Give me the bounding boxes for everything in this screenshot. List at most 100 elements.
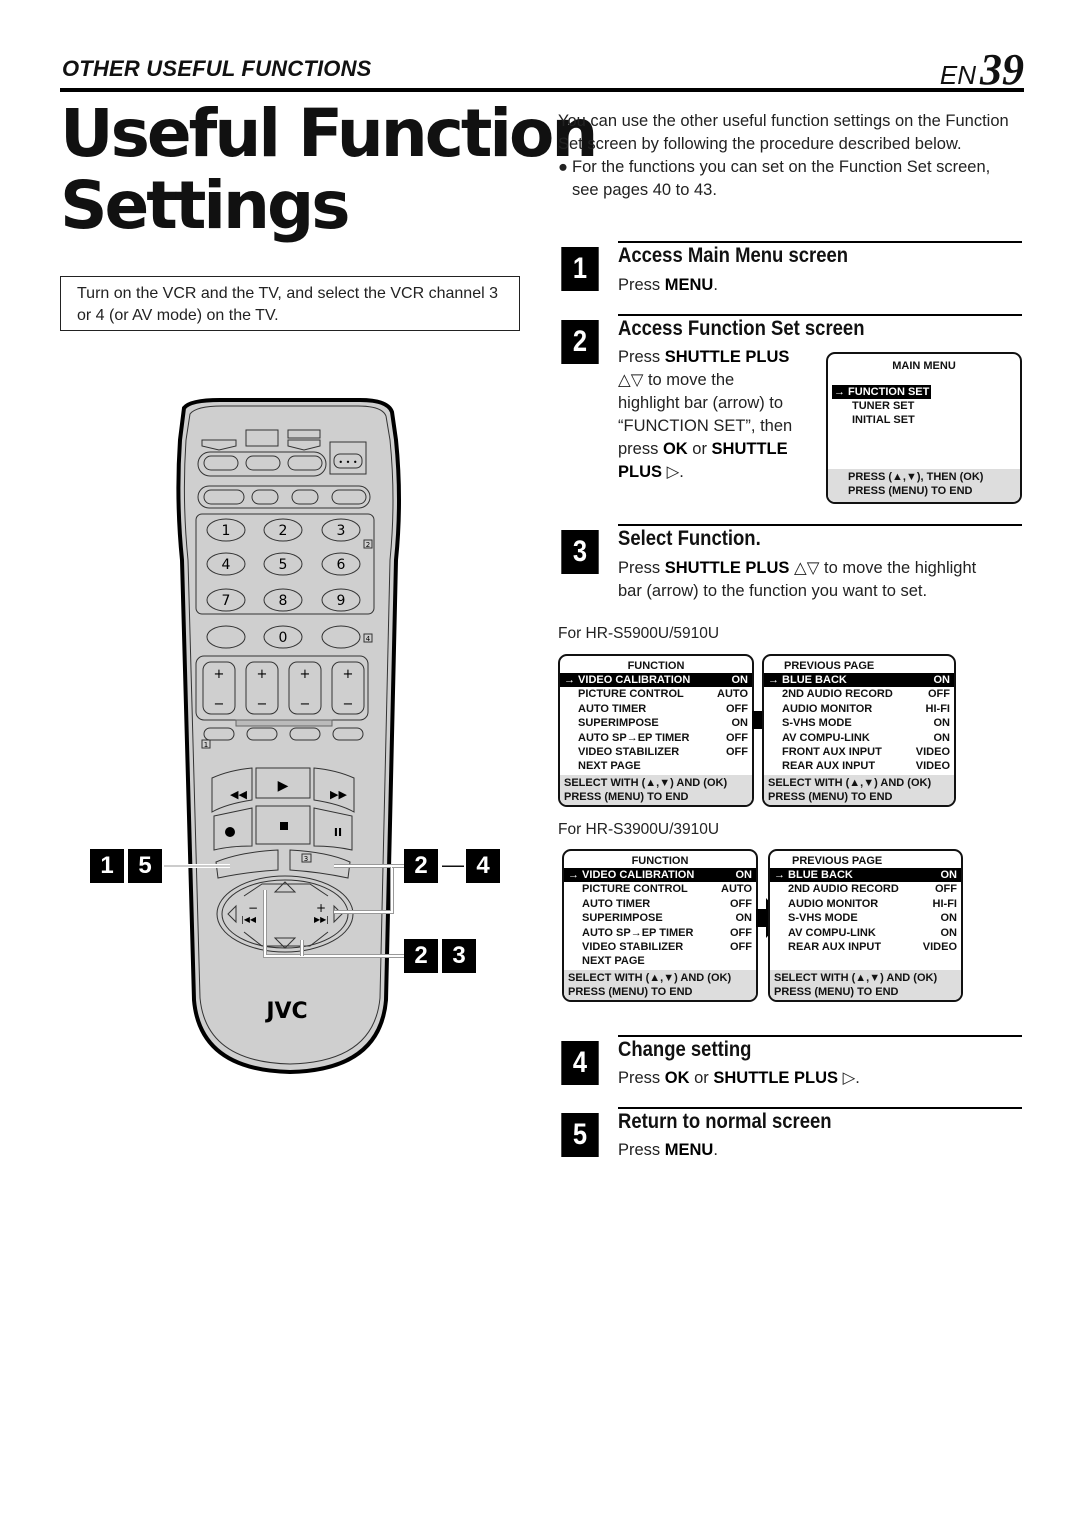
osd-row: → VIDEO CALIBRATION ON xyxy=(560,673,752,688)
remote-button xyxy=(203,455,239,471)
osd-row: → VIDEO CALIBRATION ON xyxy=(564,868,756,883)
shuttle-plus-ref: SHUTTLE PLUS xyxy=(664,348,790,366)
remote-button xyxy=(246,727,278,741)
function-osd-page2-s5900: PREVIOUS PAGE → BLUE BACK ON 2ND AUDIO REC… xyxy=(762,654,956,807)
osd-row-label: → VIDEO CALIBRATION xyxy=(568,869,695,881)
step-3-title: Select Function. xyxy=(618,527,761,550)
number-key-label: 8 xyxy=(279,593,288,609)
osd-row-value: ON xyxy=(933,717,951,730)
plus-ref: PLUS xyxy=(618,463,663,481)
step-3-text: △▽ to move the highlight xyxy=(789,559,977,577)
remote-button xyxy=(289,727,321,741)
step-3-rule xyxy=(618,524,1022,526)
remote-button xyxy=(321,625,361,649)
osd-row-value: OFF xyxy=(730,926,752,939)
osd-row-value: VIDEO xyxy=(915,746,950,759)
page-prefix: EN xyxy=(939,60,976,90)
step-5-text: Press xyxy=(618,1141,665,1159)
osd-item-tuner-set: TUNER SET xyxy=(852,400,915,412)
step-2-rule xyxy=(618,314,1022,316)
osd-row-label: AUTO TIMER xyxy=(578,702,647,715)
number-key-label: 2 xyxy=(279,523,288,539)
record-icon xyxy=(225,827,235,837)
osd-row: REAR AUX INPUT VIDEO xyxy=(770,940,961,954)
osd-title: FUNCTION xyxy=(631,855,689,867)
step-5-badge: 5 xyxy=(561,1113,599,1157)
minus-icon: − xyxy=(300,697,311,712)
osd-row: PICTURE CONTROL AUTO xyxy=(564,882,756,896)
osd-title: PREVIOUS PAGE xyxy=(784,660,875,672)
step-2-text: or xyxy=(687,440,712,458)
main-menu-osd: MAIN MENU → FUNCTION SET TUNER SET INITI… xyxy=(826,352,1022,504)
osd-footer-line1: SELECT WITH (▲,▼) AND (OK) xyxy=(568,972,732,984)
number-key-label: 9 xyxy=(337,593,346,609)
osd-footer-line2: PRESS (MENU) TO END xyxy=(568,986,693,998)
step-2-text: press xyxy=(618,440,663,458)
osd-row-value: VIDEO xyxy=(915,760,950,773)
callout-step-5: 5 xyxy=(128,849,162,883)
osd-row-value: AUTO xyxy=(721,883,752,896)
number-key-label: 4 xyxy=(222,557,231,573)
step-4-text: ▷. xyxy=(838,1069,860,1087)
intro-text: You can use the other useful function se… xyxy=(558,112,1009,153)
osd-row-label: PICTURE CONTROL xyxy=(582,883,688,896)
osd-title: PREVIOUS PAGE xyxy=(792,855,883,867)
osd-row: 2ND AUDIO RECORD OFF xyxy=(770,882,961,896)
step-2-text: highlight bar (arrow) to xyxy=(618,394,784,412)
osd-footer: SELECT WITH (▲,▼) AND (OK) PRESS (MENU) … xyxy=(770,970,961,1000)
osd-row-label: NEXT PAGE xyxy=(578,760,641,773)
osd-row-value: AUTO xyxy=(717,688,748,701)
osd-rows: → BLUE BACK ON 2ND AUDIO RECORD OFF AUDIO MO… xyxy=(764,673,954,774)
page-number-value: 39 xyxy=(980,45,1024,94)
osd-row: AUDIO MONITOR HI-FI xyxy=(764,702,954,716)
number-key-label: 6 xyxy=(337,557,346,573)
box-ref-4: 4 xyxy=(366,635,371,643)
osd-row: VIDEO STABILIZER OFF xyxy=(560,745,752,759)
function-osd-page2-s3900: PREVIOUS PAGE → BLUE BACK ON 2ND AUDIO REC… xyxy=(768,849,963,1002)
step-1-rule xyxy=(618,241,1022,243)
step-4-text: or xyxy=(689,1069,714,1087)
osd-row-value: OFF xyxy=(935,883,957,896)
osd-row-value: ON xyxy=(940,869,958,881)
step-4-badge: 4 xyxy=(561,1041,599,1085)
osd-footer: SELECT WITH (▲,▼) AND (OK) PRESS (MENU) … xyxy=(564,970,756,1000)
osd-row: AUDIO MONITOR HI-FI xyxy=(770,897,961,911)
osd-row: S-VHS MODE ON xyxy=(770,911,961,925)
step-1-badge: 1 xyxy=(561,247,599,291)
step-3-text: Press xyxy=(618,559,665,577)
step-2-text: △▽ to move the xyxy=(618,371,735,389)
callout-step-2: 2 xyxy=(404,849,438,883)
osd-footer: PRESS (▲,▼), THEN (OK) PRESS (MENU) TO E… xyxy=(828,469,1020,502)
osd-menu-list: → FUNCTION SET TUNER SET INITIAL SET xyxy=(828,385,1020,427)
ok-key-ref: OK xyxy=(664,1069,690,1087)
osd-row: NEXT PAGE xyxy=(564,954,756,968)
shuttle-ref: SHUTTLE xyxy=(711,440,788,458)
osd-row-value: ON xyxy=(731,674,749,686)
bullet-icon: ● xyxy=(558,158,568,176)
osd-row: REAR AUX INPUT VIDEO xyxy=(764,759,954,773)
osd-row-value: HI-FI xyxy=(925,702,950,715)
osd-row-label: 2ND AUDIO RECORD xyxy=(788,883,899,896)
section-title: OTHER USEFUL FUNCTIONS xyxy=(62,56,372,81)
box-ref-3: 3 xyxy=(304,855,308,863)
osd-row-value: ON xyxy=(731,717,749,730)
osd-row-label: → VIDEO CALIBRATION xyxy=(564,674,691,686)
osd-row: SUPERIMPOSE ON xyxy=(564,911,756,925)
step-2-title: Access Function Set screen xyxy=(618,317,865,340)
step-4-rule xyxy=(618,1035,1022,1037)
osd-row-value: VIDEO xyxy=(922,941,957,954)
remote-button xyxy=(331,489,367,505)
step-1-text-end: . xyxy=(713,276,718,294)
osd-row: FRONT AUX INPUT VIDEO xyxy=(764,745,954,759)
svg-text:−: − xyxy=(248,901,258,915)
fast-forward-icon: ▶▶ xyxy=(330,788,347,801)
osd-item-initial-set: INITIAL SET xyxy=(852,414,915,426)
osd-footer: SELECT WITH (▲,▼) AND (OK) PRESS (MENU) … xyxy=(764,775,954,805)
menu-key-ref: MENU xyxy=(664,1141,714,1159)
osd-row-value: ON xyxy=(940,926,958,939)
remote-control-illustration: • • • 1 2 34 5 67 8 90 2 4 +−+−+−+− 1 ◀◀ ▶ ▶▶ … xyxy=(164,398,404,1075)
osd-title: FUNCTION xyxy=(627,660,685,672)
osd-row: AV COMPU-LINK ON xyxy=(764,731,954,745)
model-label-s5900: For HR-S5900U/5910U xyxy=(558,625,720,642)
osd-row-label: VIDEO STABILIZER xyxy=(578,746,680,759)
